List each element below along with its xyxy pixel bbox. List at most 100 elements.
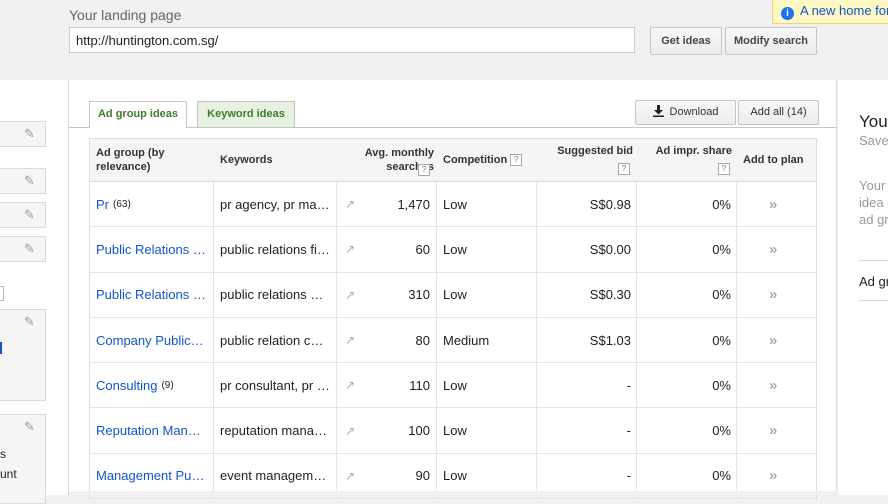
column-divider	[336, 363, 337, 408]
sidebar-block[interactable]: ✎	[0, 309, 46, 401]
sidebar-checkbox[interactable]	[0, 286, 4, 301]
cell-competition: Low	[443, 287, 467, 303]
add-to-plan-icon[interactable]: »	[737, 273, 817, 317]
header-keywords[interactable]: Keywords	[220, 139, 320, 181]
plan-divider	[859, 260, 888, 261]
column-divider	[636, 272, 637, 317]
modify-search-button[interactable]: Modify search	[725, 27, 817, 55]
cell-suggested-bid: -	[626, 377, 631, 393]
ad-group-link[interactable]: Pr	[96, 197, 109, 212]
trend-icon[interactable]: ↗	[336, 273, 366, 317]
trend-chart-icon: ↗	[345, 197, 356, 212]
help-icon[interactable]: ?	[418, 164, 430, 176]
column-divider	[436, 317, 437, 363]
plan-save-link[interactable]: Save	[859, 133, 888, 148]
column-divider	[436, 272, 437, 317]
cell-ad-group[interactable]: Consulting (9)	[90, 363, 214, 407]
ad-group-link[interactable]: Consulting	[96, 378, 157, 393]
ad-group-link[interactable]: Public Relations …	[96, 287, 206, 302]
cell-suggested-bid: S$0.98	[589, 196, 631, 212]
get-ideas-button[interactable]: Get ideas	[650, 27, 722, 55]
tab-ad-group-ideas[interactable]: Ad group ideas	[89, 101, 187, 128]
cell-ad-group[interactable]: Pr (63)	[90, 182, 214, 226]
help-icon[interactable]: ?	[718, 163, 730, 175]
cell-keywords: public relations fi…	[220, 241, 330, 257]
ad-group-link[interactable]: Reputation Man…	[96, 423, 201, 438]
cell-ad-impr-share: 0%	[712, 196, 731, 212]
column-divider	[436, 363, 437, 408]
pencil-icon[interactable]: ✎	[24, 419, 35, 435]
sidebar-block[interactable]: ✎ s unt	[0, 414, 46, 504]
trend-icon[interactable]: ↗	[336, 227, 366, 271]
add-to-plan-icon[interactable]: »	[737, 182, 817, 226]
plan-title: Your	[859, 112, 888, 131]
add-all-button[interactable]: Add all (14)	[738, 100, 819, 125]
header-add-to-plan: Add to plan	[743, 154, 804, 166]
download-button[interactable]: Download	[635, 100, 736, 125]
column-divider	[336, 408, 337, 453]
column-divider	[436, 408, 437, 453]
table-row: Consulting (9) pr consultant, pr … ↗ 110 Low -…	[90, 363, 817, 409]
sidebar-text: unt	[0, 467, 17, 481]
column-divider	[336, 317, 337, 363]
header-competition[interactable]: Competition?	[443, 139, 543, 181]
ad-group-link[interactable]: Public Relations …	[96, 242, 206, 257]
column-divider	[336, 227, 337, 272]
cell-ad-impr-share: 0%	[712, 423, 731, 439]
column-divider	[436, 227, 437, 272]
column-divider	[636, 227, 637, 272]
tab-keyword-ideas[interactable]: Keyword ideas	[197, 101, 295, 127]
pencil-icon[interactable]: ✎	[24, 241, 35, 257]
column-divider	[636, 363, 637, 408]
sidebar-filter-row[interactable]: ✎	[0, 168, 46, 194]
trend-icon[interactable]: ↗	[336, 363, 366, 407]
sidebar-link[interactable]	[0, 342, 2, 354]
column-divider	[536, 272, 537, 317]
ad-group-ideas-table: Ad group (by relevance) Keywords Avg. mo…	[89, 138, 817, 500]
notification-text: A new home for	[800, 3, 888, 18]
sidebar-filter-row[interactable]: ✎	[0, 121, 46, 147]
pencil-icon[interactable]: ✎	[24, 314, 35, 330]
ad-group-link[interactable]: Management Pu…	[96, 468, 204, 483]
cell-suggested-bid: S$0.30	[589, 287, 631, 303]
add-to-plan-icon[interactable]: »	[737, 227, 817, 271]
ad-group-link[interactable]: Company Public…	[96, 333, 204, 348]
trend-icon[interactable]: ↗	[336, 408, 366, 452]
info-icon: i	[781, 7, 794, 20]
notification-banner[interactable]: i A new home for	[772, 0, 888, 24]
main-panel: Ad group ideas Keyword ideas Download Ad…	[69, 80, 837, 500]
add-to-plan-icon[interactable]: »	[737, 363, 817, 407]
trend-chart-icon: ↗	[345, 242, 356, 257]
header-ad-group[interactable]: Ad group (by relevance)	[96, 139, 208, 181]
column-divider	[536, 182, 537, 227]
horizontal-scrollbar[interactable]	[69, 491, 837, 495]
cell-ad-group[interactable]: Public Relations …	[90, 273, 214, 317]
table-header: Ad group (by relevance) Keywords Avg. mo…	[90, 139, 816, 182]
pencil-icon[interactable]: ✎	[24, 207, 35, 223]
column-divider	[213, 408, 214, 453]
trend-icon[interactable]: ↗	[336, 182, 366, 226]
landing-url-input[interactable]: http://huntington.com.sg/	[69, 27, 635, 53]
cell-ad-group[interactable]: Public Relations …	[90, 227, 214, 271]
plan-description: Your idea c ad gr	[859, 177, 888, 228]
pencil-icon[interactable]: ✎	[24, 173, 35, 189]
cell-keywords: public relations …	[220, 287, 324, 303]
cell-ad-group[interactable]: Reputation Man…	[90, 408, 214, 452]
add-to-plan-icon[interactable]: »	[737, 408, 817, 452]
pencil-icon[interactable]: ✎	[24, 126, 35, 142]
sidebar-filter-row[interactable]: ✎	[0, 236, 46, 262]
cell-ad-group[interactable]: Company Public…	[90, 318, 214, 362]
help-icon[interactable]: ?	[510, 154, 523, 166]
keyword-count: (63)	[113, 198, 131, 210]
table-row: Public Relations … public relations fi… ↗ 6…	[90, 227, 817, 273]
cell-competition: Medium	[443, 332, 490, 348]
help-icon[interactable]: ?	[618, 163, 630, 175]
double-chevron-right-icon: »	[769, 286, 778, 304]
plan-divider	[859, 300, 888, 301]
column-divider	[736, 408, 737, 453]
trend-icon[interactable]: ↗	[336, 318, 366, 362]
table-body: Pr (63) pr agency, pr ma… ↗ 1,470 Low S$0.98 0%…	[90, 182, 817, 500]
add-to-plan-icon[interactable]: »	[737, 318, 817, 362]
sidebar-filter-row[interactable]: ✎	[0, 202, 46, 228]
column-divider	[213, 363, 214, 408]
